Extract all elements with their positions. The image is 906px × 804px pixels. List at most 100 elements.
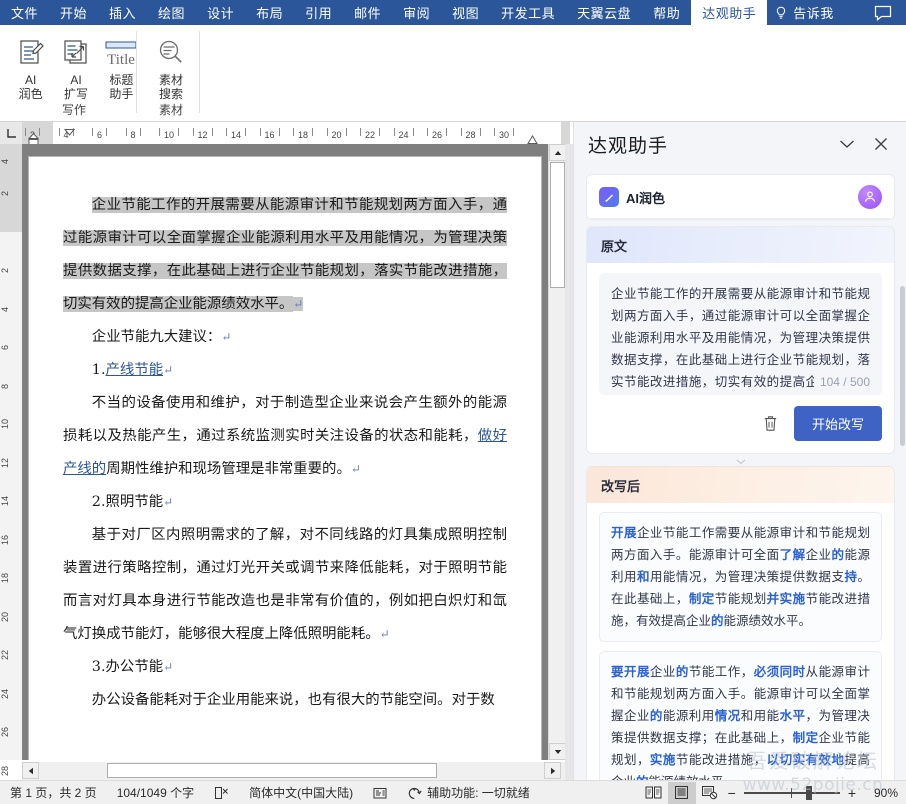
- tab-stop-selector[interactable]: [0, 122, 22, 144]
- document-heading[interactable]: 1.产线节能↵: [63, 354, 507, 387]
- ruler-tick: [379, 128, 380, 136]
- vertical-ruler-label: 12: [0, 457, 10, 468]
- tell-me-label: 告诉我: [793, 6, 834, 21]
- document-body[interactable]: 企业节能工作的开展需要从能源审计和节能规划两方面入手，通过能源审计可以全面掌握企…: [63, 189, 507, 717]
- read-mode-icon[interactable]: [640, 782, 668, 804]
- first-line-indent-marker[interactable]: [63, 123, 76, 141]
- vertical-ruler-label: 2: [0, 267, 10, 273]
- ribbon-tab-cloud-disk[interactable]: 天翼云盘: [566, 0, 642, 25]
- user-avatar-icon[interactable]: [858, 185, 882, 209]
- ribbon-tab-view[interactable]: 视图: [441, 0, 490, 25]
- document-paragraph[interactable]: 企业节能九大建议：↵: [63, 321, 507, 354]
- ribbon-tab-home[interactable]: 开始: [49, 0, 98, 25]
- web-layout-icon[interactable]: [696, 782, 724, 804]
- svg-text:Title: Title: [107, 52, 135, 68]
- chevron-down-icon[interactable]: [838, 135, 856, 153]
- document-canvas[interactable]: 企业节能工作的开展需要从能源审计和节能规划两方面入手，通过能源审计可以全面掌握企…: [22, 144, 548, 760]
- start-rewrite-button[interactable]: 开始改写: [793, 406, 882, 441]
- material-search-button[interactable]: 素材 搜索: [148, 31, 194, 101]
- ruler-track: 24681012141618202224262830: [22, 122, 570, 145]
- rewrite-result-item[interactable]: 要开展企业的节能工作，必须同时从能源审计和节能规划两方面入手。能源审计可以全面掌…: [599, 651, 882, 780]
- accessibility-status[interactable]: 辅助功能: 一切就绪: [397, 784, 540, 801]
- ruler-tick: [159, 128, 160, 136]
- vertical-ruler-label: 2: [0, 190, 10, 196]
- ai-expand-button[interactable]: AI 扩写: [53, 31, 98, 101]
- proofing-icon[interactable]: [204, 786, 239, 800]
- ribbon-tab-references[interactable]: 引用: [294, 0, 343, 25]
- document-paragraph[interactable]: 基于对厂区内照明需求的了解，对不同线路的灯具集成照明控制装置进行策略控制，通过灯…: [63, 519, 507, 651]
- ribbon-tab-design[interactable]: 设计: [196, 0, 245, 25]
- scroll-right-button[interactable]: [544, 762, 561, 779]
- print-layout-icon[interactable]: [667, 781, 696, 804]
- document-page[interactable]: 企业节能工作的开展需要从能源审计和节能规划两方面入手，通过能源审计可以全面掌握企…: [28, 156, 542, 760]
- heading-link[interactable]: 产线节能: [106, 362, 164, 378]
- horizontal-ruler[interactable]: 24681012141618202224262830: [0, 122, 570, 145]
- zoom-control[interactable]: − + 90%: [724, 785, 906, 801]
- trash-icon[interactable]: [762, 414, 780, 434]
- title-assistant-button[interactable]: Title 标题 助手: [99, 31, 144, 101]
- scroll-up-button[interactable]: [549, 144, 566, 161]
- ribbon-tab-review[interactable]: 审阅: [392, 0, 441, 25]
- zoom-slider[interactable]: [743, 785, 840, 800]
- zoom-percentage[interactable]: 90%: [864, 786, 898, 800]
- paragraph-text: 基于对厂区内照明需求的了解，对不同线路的灯具集成照明控制装置进行策略控制，通过灯…: [63, 527, 507, 642]
- document-paragraph[interactable]: 不当的设备使用和维护，对于制造型企业来说会产生额外的能源损耗以及热能产生，通过系…: [63, 387, 507, 486]
- ruler-tick-label: 16: [264, 130, 275, 140]
- tell-me-button[interactable]: 告诉我: [767, 0, 844, 25]
- ribbon-tab-file[interactable]: 文件: [0, 0, 49, 25]
- ai-expand-label-1: AI: [70, 73, 82, 87]
- pilcrow-icon: ↵: [293, 297, 304, 311]
- ribbon-tab-developer[interactable]: 开发工具: [490, 0, 566, 25]
- highlighted-edit: 制定: [792, 731, 819, 745]
- word-count[interactable]: 104/1049 个字: [107, 784, 204, 801]
- pilcrow-icon: ↵: [163, 363, 174, 377]
- ime-icon[interactable]: [363, 786, 397, 800]
- ruler-tick: [460, 128, 462, 136]
- highlighted-edit: 的: [649, 709, 663, 723]
- task-pane-scrollbar[interactable]: [899, 166, 906, 780]
- highlighted-edit: 和: [636, 570, 650, 584]
- original-text-input[interactable]: 企业节能工作的开展需要从能源审计和节能规划两方面入手，通过能源审计可以全面掌握企…: [599, 273, 882, 395]
- section-handle[interactable]: [574, 458, 906, 466]
- document-vertical-scrollbar[interactable]: [548, 144, 566, 760]
- ribbon-tab-help[interactable]: 帮助: [642, 0, 691, 25]
- document-paragraph[interactable]: 企业节能工作的开展需要从能源审计和节能规划两方面入手，通过能源审计可以全面掌握企…: [63, 189, 507, 321]
- scroll-left-button[interactable]: [22, 762, 39, 779]
- task-pane-scroll-area[interactable]: AI润色 原文 企业节能工作的开展需要从能源审计和节能规划两方面入手，通过能源审…: [574, 166, 906, 780]
- pane-scroll-thumb[interactable]: [900, 286, 905, 446]
- zoom-in-button[interactable]: +: [848, 785, 856, 801]
- ruler-tick-label: 14: [231, 130, 242, 140]
- rewrite-result-item[interactable]: 开展企业节能工作需要从能源审计和节能规划两方面入手。能源审计可全面了解企业的能源…: [599, 512, 882, 642]
- ruler-tick: [513, 128, 514, 136]
- ribbon-tab-mailings[interactable]: 邮件: [343, 0, 392, 25]
- ruler-tick-label: 22: [365, 130, 376, 140]
- page-indicator[interactable]: 第 1 页，共 2 页: [0, 784, 107, 801]
- status-bar: 第 1 页，共 2 页 104/1049 个字 简体中文(中国大陆) 辅助功能:…: [0, 780, 906, 804]
- document-horizontal-scrollbar[interactable]: [22, 762, 565, 780]
- close-icon[interactable]: [872, 135, 890, 153]
- vertical-scroll-thumb[interactable]: [550, 162, 565, 288]
- zoom-slider-thumb[interactable]: [805, 785, 812, 800]
- ai-polish-button[interactable]: AI 润色: [8, 31, 53, 101]
- vertical-ruler-label: 8: [0, 383, 10, 389]
- vertical-ruler[interactable]: 4 2 2 4 6 8 10 12 14 16 18 20 22 24 26 28: [0, 144, 22, 776]
- material-search-label-1: 素材: [158, 73, 183, 87]
- document-paragraph[interactable]: 办公设备能耗对于企业用能来说，也有很大的节能空间。对于数: [63, 684, 507, 717]
- comments-button[interactable]: [874, 0, 906, 25]
- ribbon-tab-draw[interactable]: 绘图: [147, 0, 196, 25]
- zoom-out-button[interactable]: −: [728, 785, 736, 801]
- ribbon-tab-insert[interactable]: 插入: [98, 0, 147, 25]
- result-text: 能源绩效水平。: [723, 614, 812, 628]
- vertical-ruler-label: 28: [0, 765, 10, 776]
- document-heading[interactable]: 3.办公节能↵: [63, 651, 507, 684]
- highlighted-edit: 水平: [779, 709, 806, 723]
- horizontal-scroll-thumb[interactable]: [107, 763, 437, 778]
- scroll-down-button[interactable]: [549, 743, 566, 760]
- ribbon-tab-daguan-assistant[interactable]: 达观助手: [691, 0, 768, 25]
- paragraph-text: 不当的设备使用和维护，对于制造型企业来说会产生额外的能源损耗以及热能产生，通过系…: [63, 395, 507, 444]
- ribbon-tab-layout[interactable]: 布局: [245, 0, 294, 25]
- document-heading[interactable]: 2.照明节能↵: [63, 486, 507, 519]
- language-indicator[interactable]: 简体中文(中国大陆): [239, 784, 363, 801]
- result-text: 用能情况，为管理决策提供数据支: [649, 570, 845, 584]
- ruler-tick: [446, 128, 447, 136]
